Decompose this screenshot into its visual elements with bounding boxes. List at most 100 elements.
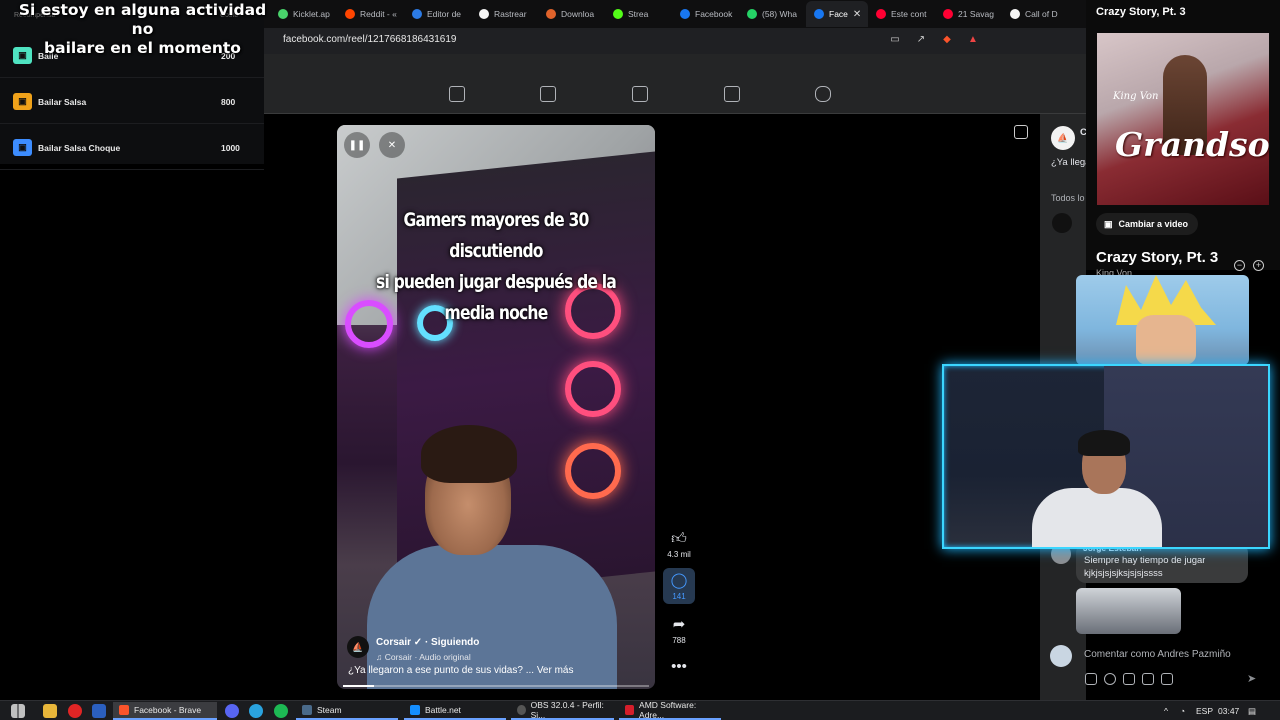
browser-tab[interactable]: Downloa — [538, 1, 605, 27]
browser-tab[interactable]: (58) Wha — [739, 1, 806, 27]
network-icon[interactable]: ◔ — [1180, 706, 1185, 716]
tray-chevron-icon[interactable]: ^ — [1164, 706, 1168, 716]
track-title: Crazy Story, Pt. 3 — [1096, 249, 1219, 266]
like-button[interactable]: 👍︎ 4.3 mil — [663, 530, 695, 559]
marketplace-nav-icon[interactable] — [724, 86, 740, 102]
taskbar-app-obs[interactable]: OBS 32.0.4 - Perfil: Si... — [511, 700, 614, 720]
comment-image[interactable] — [1076, 588, 1181, 634]
sticker-icon[interactable] — [1161, 673, 1173, 685]
author-name[interactable]: Corsair — [376, 637, 411, 648]
reward-name: Bailar Salsa Choque — [38, 142, 121, 153]
spotify-icon[interactable] — [274, 704, 288, 718]
gaming-nav-icon[interactable] — [815, 86, 831, 102]
following-label[interactable]: · Siguiendo — [425, 637, 479, 648]
minus-icon[interactable]: − — [1234, 260, 1245, 271]
taskbar-app-label: Facebook - Brave — [134, 705, 202, 715]
pause-icon[interactable]: ❚❚ — [344, 132, 370, 158]
tab-favicon-icon — [1010, 9, 1020, 19]
reward-row[interactable]: ▣ Bailar Salsa 800 — [0, 80, 264, 124]
mute-icon[interactable]: ✕ — [379, 132, 405, 158]
taskbar-app-amd[interactable]: AMD Software: Adre... — [619, 700, 721, 720]
all-comments-filter[interactable]: Todos lo — [1051, 193, 1086, 203]
comment-icon: ◯ — [670, 572, 688, 589]
send-icon[interactable]: ➤ — [1247, 672, 1256, 685]
discord-icon[interactable] — [225, 704, 239, 718]
browser-tab[interactable]: Reddit - « — [337, 1, 404, 27]
collapse-sidebar-icon[interactable] — [1014, 125, 1028, 139]
battlenet-icon — [410, 705, 420, 715]
cast-icon[interactable]: ▭ — [888, 32, 902, 46]
close-tab-icon[interactable]: ✕ — [853, 9, 861, 20]
browser-tab[interactable]: Kicklet.ap — [270, 1, 337, 27]
plus-icon[interactable]: + — [1253, 260, 1264, 271]
notifications-icon[interactable]: ▤ — [1248, 706, 1256, 717]
file-explorer-icon[interactable] — [43, 704, 57, 718]
tab-label: Reddit - « — [360, 9, 397, 19]
browser-tab[interactable]: Strea — [605, 1, 672, 27]
switch-to-video-label: Cambiar a video — [1118, 219, 1189, 229]
browser-tab[interactable]: Editor de — [404, 1, 471, 27]
brave-rewards-icon[interactable]: ▲ — [966, 32, 980, 46]
gif-icon[interactable] — [1142, 673, 1154, 685]
taskbar-app-battlenet[interactable]: Battle.net — [404, 702, 506, 720]
webcam-shirt — [1032, 488, 1162, 547]
commenter-avatar[interactable] — [1052, 213, 1072, 233]
url-text[interactable]: facebook.com/reel/1217668186431619 — [283, 34, 456, 45]
album-title-text: Grandson — [1115, 125, 1269, 164]
like-count: 4.3 mil — [667, 550, 691, 559]
tab-favicon-icon — [680, 9, 690, 19]
tab-label: Strea — [628, 9, 649, 19]
camera-icon[interactable] — [1123, 673, 1135, 685]
avatar-sticker-icon[interactable] — [1085, 673, 1097, 685]
video-nav-icon[interactable] — [632, 86, 648, 102]
video-progress-bar[interactable] — [343, 685, 649, 687]
home-nav-icon[interactable] — [449, 86, 465, 102]
browser-tab[interactable]: Face ✕ — [806, 1, 868, 27]
browser-tab[interactable]: Rastrear — [471, 1, 538, 27]
music-note-icon: ♫ — [376, 652, 385, 662]
tab-favicon-icon — [479, 9, 489, 19]
overlay-message-line: bailare en el momento — [44, 39, 241, 57]
feeds-nav-icon[interactable] — [540, 86, 556, 102]
clock[interactable]: 03:47 — [1218, 706, 1239, 716]
browser-tab[interactable]: Call of D — [1002, 1, 1069, 27]
amd-icon — [625, 705, 635, 715]
tab-favicon-icon — [747, 9, 757, 19]
word-icon[interactable] — [92, 704, 106, 718]
user-avatar[interactable] — [1050, 645, 1072, 667]
reward-name: Bailar Salsa — [38, 96, 87, 107]
taskbar-app-brave[interactable]: Facebook - Brave — [113, 702, 217, 720]
reel-video[interactable]: Gamers mayores de 30 discutiendo si pued… — [337, 125, 655, 689]
webcam-person — [1032, 426, 1162, 547]
share-button[interactable]: ➦ 788 — [663, 616, 695, 645]
caption-line: media noche — [444, 302, 549, 324]
audio-label[interactable]: Corsair · Audio original — [385, 652, 471, 662]
corsair-avatar[interactable]: ⛵ — [1051, 126, 1075, 150]
webcam-hair — [1078, 430, 1130, 456]
thumbs-up-icon: 👍︎ — [671, 530, 687, 547]
brave-shield-icon[interactable]: ◆ — [940, 32, 954, 46]
reel-description[interactable]: ¿Ya llegaron a ese punto de sus vidas? .… — [348, 665, 574, 676]
author-avatar[interactable]: ⛵ — [347, 636, 369, 658]
start-icon[interactable] — [11, 704, 25, 718]
share-icon[interactable]: ↗ — [914, 32, 928, 46]
tab-favicon-icon — [412, 9, 422, 19]
overlay-message-line: Si estoy en alguna actividad no — [18, 1, 267, 38]
switch-to-video-button[interactable]: ▣ Cambiar a video — [1096, 213, 1198, 235]
emoji-icon[interactable] — [1104, 673, 1116, 685]
reward-gift-icon: ▣ — [13, 139, 32, 156]
comment-button[interactable]: ◯ 141 — [663, 568, 695, 604]
taskbar-app-steam[interactable]: Steam — [296, 702, 398, 720]
telegram-icon[interactable] — [249, 704, 263, 718]
comment-input[interactable]: Comentar como Andres Pazmiño — [1084, 649, 1231, 660]
opera-icon[interactable] — [68, 704, 82, 718]
language-indicator[interactable]: ESP — [1196, 706, 1213, 716]
browser-tab[interactable]: Este cont — [868, 1, 935, 27]
browser-tab[interactable]: Facebook — [672, 1, 739, 27]
reel-author[interactable]: ⛵ Corsair ✓ · Siguiendo ♫ Corsair · Audi… — [347, 632, 479, 662]
steam-icon — [302, 705, 312, 715]
more-options-button[interactable]: ••• — [663, 658, 695, 676]
tab-favicon-icon — [814, 9, 824, 19]
browser-tab[interactable]: 21 Savag — [935, 1, 1002, 27]
reward-row[interactable]: ▣ Bailar Salsa Choque 1000 — [0, 126, 264, 170]
